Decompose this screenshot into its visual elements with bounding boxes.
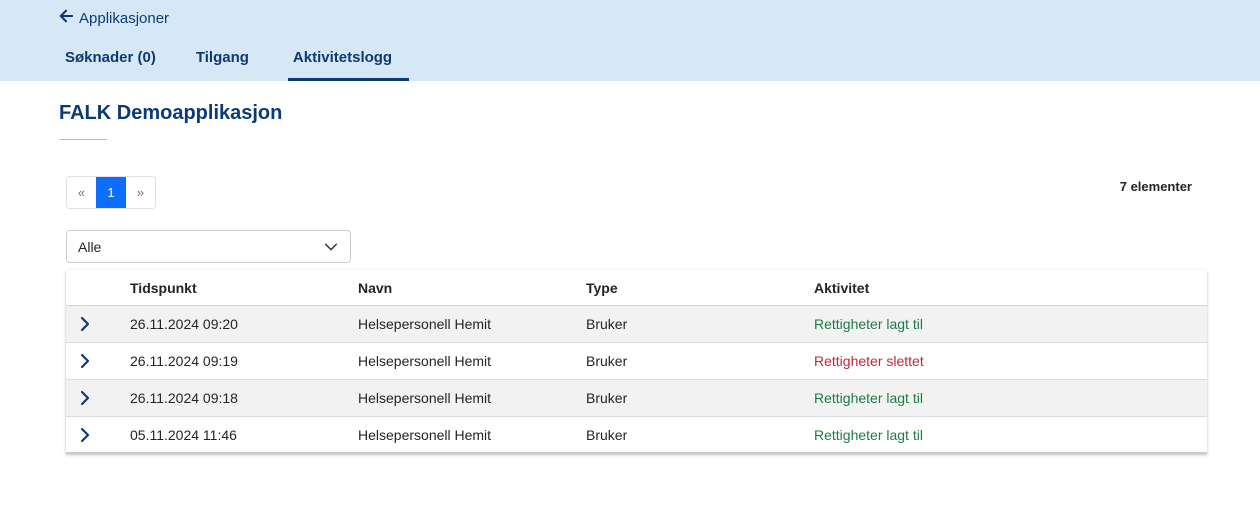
cell-time: 26.11.2024 09:20 bbox=[130, 316, 238, 332]
back-link-label: Applikasjoner bbox=[79, 9, 170, 27]
expand-row-button[interactable] bbox=[66, 427, 130, 443]
cell-type: Bruker bbox=[586, 426, 628, 443]
column-header-activity: Aktivitet bbox=[814, 279, 870, 296]
pagination: « 1 » bbox=[66, 176, 156, 209]
cell-name: Helsepersonell Hemit bbox=[358, 353, 492, 369]
cell-type: Bruker bbox=[586, 316, 628, 332]
page-title: FALK Demoapplikasjon bbox=[59, 102, 283, 124]
column-header-time: Tidspunkt bbox=[130, 279, 197, 296]
cell-name: Helsepersonell Hemit bbox=[358, 390, 492, 406]
tab-bar: Søknader (0) Tilgang Aktivitetslogg bbox=[54, 40, 421, 81]
expand-row-button[interactable] bbox=[66, 353, 130, 369]
table-row: 05.11.2024 11:46 Helsepersonell Hemit Br… bbox=[66, 417, 1207, 454]
arrow-left-icon bbox=[59, 9, 74, 27]
cell-type: Bruker bbox=[586, 390, 628, 406]
expand-row-button[interactable] bbox=[66, 390, 130, 406]
chevron-right-icon bbox=[80, 427, 90, 442]
activity-log-table: Tidspunkt Navn Type Aktivitet 26.11.2024… bbox=[66, 270, 1207, 454]
tab-access[interactable]: Tilgang bbox=[185, 40, 260, 81]
title-divider bbox=[59, 139, 107, 140]
cell-activity: Rettigheter slettet bbox=[814, 353, 924, 369]
pagination-prev-button[interactable]: « bbox=[67, 177, 96, 208]
cell-time: 26.11.2024 09:18 bbox=[130, 390, 238, 406]
column-header-type: Type bbox=[586, 279, 618, 296]
cell-activity: Rettigheter lagt til bbox=[814, 316, 923, 332]
table-header: Tidspunkt Navn Type Aktivitet bbox=[66, 270, 1207, 306]
cell-activity: Rettigheter lagt til bbox=[814, 390, 923, 406]
cell-activity: Rettigheter lagt til bbox=[814, 426, 923, 443]
cell-type: Bruker bbox=[586, 353, 628, 369]
chevron-right-icon bbox=[80, 353, 90, 369]
cell-time: 26.11.2024 09:19 bbox=[130, 353, 238, 369]
pagination-page-1[interactable]: 1 bbox=[96, 177, 126, 208]
activity-filter-select[interactable]: Alle bbox=[66, 230, 351, 263]
item-count: 7 elementer bbox=[1119, 179, 1192, 194]
cell-time: 05.11.2024 11:46 bbox=[130, 426, 237, 443]
column-header-name: Navn bbox=[358, 279, 393, 296]
chevron-right-icon bbox=[80, 390, 90, 406]
cell-name: Helsepersonell Hemit bbox=[358, 316, 492, 332]
pagination-next-button[interactable]: » bbox=[126, 177, 155, 208]
table-row: 26.11.2024 09:20 Helsepersonell Hemit Br… bbox=[66, 306, 1207, 343]
cell-name: Helsepersonell Hemit bbox=[358, 426, 492, 443]
table-row: 26.11.2024 09:18 Helsepersonell Hemit Br… bbox=[66, 380, 1207, 417]
chevron-right-icon bbox=[80, 316, 90, 332]
tab-activity-log[interactable]: Aktivitetslogg bbox=[282, 40, 410, 81]
filter-selected-value: Alle bbox=[78, 238, 102, 255]
table-row: 26.11.2024 09:19 Helsepersonell Hemit Br… bbox=[66, 343, 1207, 380]
tab-applications[interactable]: Søknader (0) bbox=[54, 40, 167, 81]
back-to-applications-link[interactable]: Applikasjoner bbox=[59, 9, 169, 27]
expand-row-button[interactable] bbox=[66, 316, 130, 332]
top-header: Applikasjoner Søknader (0) Tilgang Aktiv… bbox=[0, 0, 1260, 81]
chevron-down-icon bbox=[324, 240, 338, 254]
